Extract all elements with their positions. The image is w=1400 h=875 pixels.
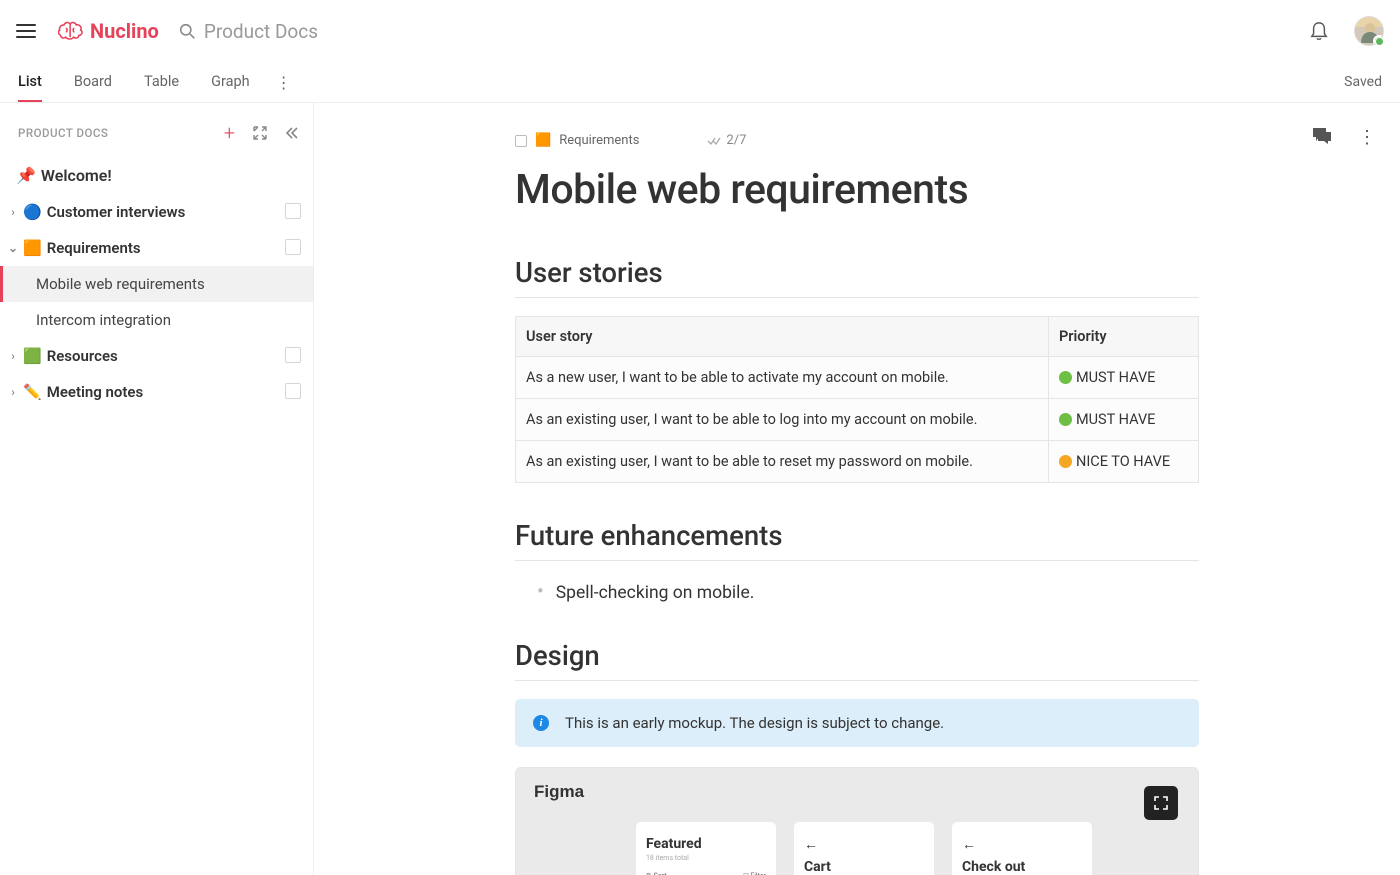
breadcrumb-folder[interactable]: Requirements [559,133,639,148]
section-user-stories: User stories [515,256,1199,298]
tab-table[interactable]: Table [144,62,179,102]
sidebar-item-welcome[interactable]: 📌 Welcome! [0,157,313,194]
user-stories-table: User storyPriority As a new user, I want… [515,316,1199,483]
table-row[interactable]: As a new user, I want to be able to acti… [516,357,1199,399]
search-input[interactable]: Product Docs [179,20,318,43]
section-future: Future enhancements [515,519,1199,561]
sidebar-item-customer-interviews[interactable]: ›🔵 Customer interviews [0,194,313,230]
logo-text: Nuclino [90,19,159,43]
table-row[interactable]: As an existing user, I want to be able t… [516,441,1199,483]
sidebar: PRODUCT DOCS + 📌 Welcome! ›🔵 Customer in… [0,103,314,875]
page-title[interactable]: Mobile web requirements [515,166,1199,214]
checkbox-icon[interactable] [515,135,527,147]
tabs-more-icon[interactable]: ⋮ [276,73,292,92]
stack-icon [287,241,301,255]
notifications-icon[interactable] [1310,21,1328,41]
enhancement-item: Spell-checking on mobile. [537,579,1199,603]
search-placeholder: Product Docs [204,20,318,43]
expand-embed-icon[interactable] [1144,786,1178,820]
mockup-cart: ← Cart 3 items ✓ Select All🗑 Delete Sele… [794,822,934,875]
user-avatar[interactable] [1354,16,1384,46]
priority-dot-orange [1059,455,1072,468]
tab-board[interactable]: Board [74,62,112,102]
add-item-icon[interactable]: + [224,121,235,145]
workspace-title: PRODUCT DOCS [18,126,108,140]
info-icon: i [533,715,549,731]
doc-more-icon[interactable]: ⋮ [1358,127,1376,148]
stack-icon [287,205,301,219]
info-callout: i This is an early mockup. The design is… [515,699,1199,747]
logo[interactable]: Nuclino [58,19,159,43]
mockup-featured: Featured 18 items total ⇅ Sort▽ Filter S… [636,822,776,875]
section-design: Design [515,639,1199,681]
sidebar-item-meeting-notes[interactable]: ›✏️ Meeting notes [0,374,313,410]
th-story: User story [516,317,1049,357]
table-row[interactable]: As an existing user, I want to be able t… [516,399,1199,441]
th-priority: Priority [1049,317,1199,357]
figma-embed[interactable]: Figma Featured 18 items total ⇅ Sort▽ Fi… [515,767,1199,875]
sidebar-item-resources[interactable]: ›🟩 Resources [0,338,313,374]
priority-dot-green [1059,413,1072,426]
stack-icon [287,349,301,363]
expand-icon[interactable] [253,126,267,140]
comments-icon[interactable] [1312,127,1332,145]
priority-dot-green [1059,371,1072,384]
progress-indicator: 2/7 [707,133,746,148]
save-status: Saved [1344,74,1382,90]
mockup-checkout: ← Check out Metal EarringsSpecial Design… [952,822,1092,875]
sidebar-item-intercom[interactable]: Intercom integration [0,302,313,338]
sidebar-item-requirements[interactable]: ⌄🟧 Requirements [0,230,313,266]
brain-icon [58,21,84,41]
figma-label: Figma [534,782,584,802]
collapse-sidebar-icon[interactable] [285,126,299,140]
tab-list[interactable]: List [18,62,42,102]
search-icon [179,23,196,40]
document-content: ⋮ 🟧 Requirements 2/7 Mobile web requirem… [314,103,1400,875]
tab-graph[interactable]: Graph [211,62,250,102]
stack-icon [287,385,301,399]
menu-toggle[interactable] [16,24,36,38]
sidebar-item-mobile-web[interactable]: Mobile web requirements [0,266,313,302]
